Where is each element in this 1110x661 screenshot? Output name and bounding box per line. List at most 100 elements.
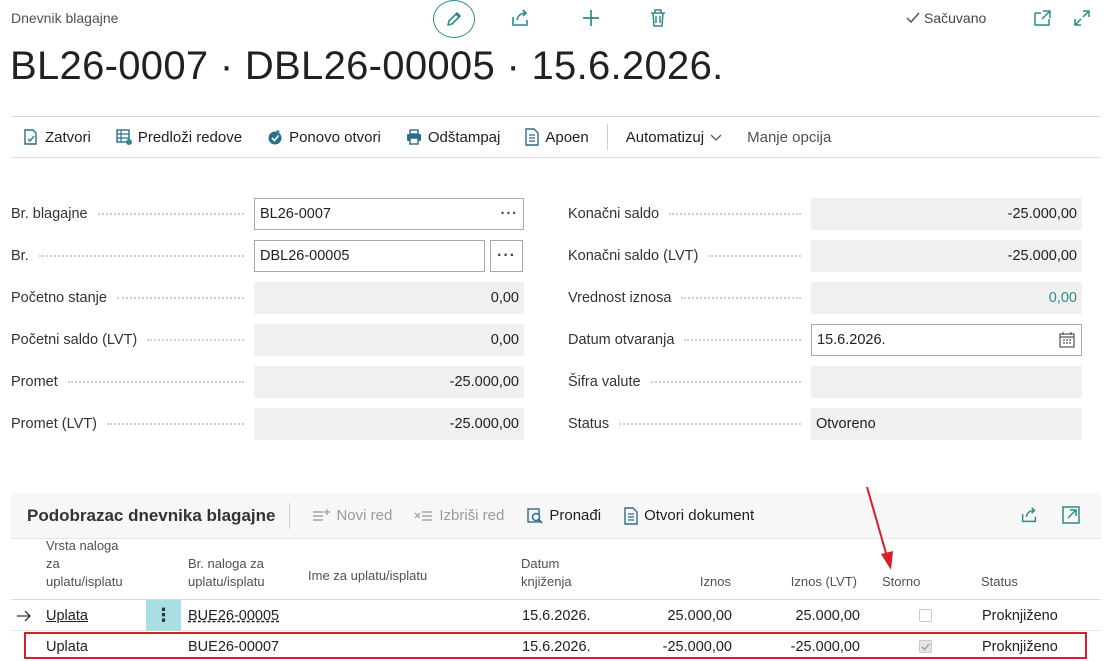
cash-register-no-input[interactable]: BL26-0007 ···: [254, 198, 524, 230]
table-row[interactable]: Uplata ⋮ BUE26-00005 15.6.2026. 25.000,0…: [11, 600, 1101, 631]
field-label: Šifra valute: [568, 374, 641, 390]
suggest-lines-icon: [116, 129, 132, 145]
field-label: Početni saldo (LVT): [11, 332, 138, 348]
field-label: Br. blagajne: [11, 206, 88, 222]
opening-balance-lvt-value: 0,00: [254, 324, 524, 356]
opening-balance-value: 0,00: [254, 282, 524, 314]
opening-date-input[interactable]: 15.6.2026.: [811, 324, 1082, 356]
field-opening-balance: Početno stanje 0,00: [11, 282, 524, 314]
pencil-icon: [447, 12, 461, 26]
delete-line-label: Izbriši red: [439, 507, 505, 524]
checkmark-icon: [906, 12, 920, 24]
open-document-button[interactable]: Otvori dokument: [612, 506, 765, 525]
action-separator: [606, 124, 608, 150]
dotted-leader: [97, 213, 244, 215]
share-button[interactable]: [508, 6, 532, 30]
dotted-leader: [650, 381, 801, 383]
dotted-leader: [669, 213, 801, 215]
cell-amount[interactable]: 25.000,00: [631, 600, 732, 631]
cell-order-type[interactable]: Uplata: [46, 600, 88, 631]
field-no: Br. DBL26-00005: [11, 240, 524, 272]
print-action[interactable]: Odštampaj: [393, 117, 513, 157]
cell-order-no[interactable]: BUE26-00005: [188, 600, 279, 631]
turnover-lvt-value: -25.000,00: [254, 408, 524, 440]
expand-icon[interactable]: [1061, 505, 1081, 525]
dotted-leader: [116, 297, 244, 299]
field-currency-code: Šifra valute: [568, 366, 1082, 398]
field-status: Status Otvoreno: [568, 408, 1082, 440]
column-header-order-type[interactable]: Vrsta naloga za uplatu/isplatu: [46, 537, 123, 591]
suggest-lines-label: Predloži redove: [137, 128, 243, 146]
no-input[interactable]: DBL26-00005: [254, 240, 485, 272]
row-actions-menu-button[interactable]: ⋮: [146, 600, 181, 631]
dotted-leader: [106, 423, 244, 425]
calendar-icon[interactable]: [1058, 331, 1076, 349]
cell-amount-lvt[interactable]: 25.000,00: [759, 600, 860, 631]
print-label: Odštampaj: [427, 128, 501, 146]
close-action[interactable]: Zatvori: [11, 117, 103, 157]
denomination-action[interactable]: Apoen: [512, 117, 600, 157]
fewer-options-button[interactable]: Manje opcija: [735, 117, 843, 157]
edit-button[interactable]: [433, 0, 475, 38]
field-opening-balance-lvt: Početni saldo (LVT) 0,00: [11, 324, 524, 356]
open-new-window-button[interactable]: [1030, 6, 1054, 30]
reopen-icon: [268, 130, 282, 145]
find-label: Pronađi: [549, 507, 602, 524]
no-assist-button[interactable]: ···: [490, 240, 523, 272]
top-actions: Sačuvano: [0, 0, 1110, 40]
find-icon: [527, 507, 543, 524]
currency-code-value: [811, 366, 1082, 398]
fewer-options-label: Manje opcija: [747, 128, 832, 146]
subpage-title: Podobrazac dnevnika blagajne: [27, 505, 276, 525]
denomination-label: Apoen: [545, 128, 589, 146]
field-closing-balance-lvt: Konačni saldo (LVT) -25.000,00: [568, 240, 1082, 272]
field-label: Konačni saldo: [568, 206, 660, 222]
dotted-leader: [681, 297, 801, 299]
status-value: Otvoreno: [811, 408, 1082, 440]
saved-status: Sačuvano: [905, 10, 986, 26]
column-header-order-no[interactable]: Br. naloga za uplatu/isplatu: [188, 555, 265, 591]
subpage-separator: [289, 502, 291, 529]
open-document-label: Otvori dokument: [644, 507, 755, 524]
cell-posting-date[interactable]: 15.6.2026.: [522, 600, 591, 631]
share-icon[interactable]: [1019, 505, 1039, 525]
column-header-amount[interactable]: Iznos: [651, 573, 731, 591]
lookup-button[interactable]: ···: [501, 206, 519, 222]
suggest-lines-action[interactable]: Predloži redove: [103, 117, 254, 157]
amount-value-link[interactable]: 0,00: [811, 282, 1082, 314]
column-header-amount-lvt[interactable]: Iznos (LVT): [771, 573, 857, 591]
dotted-leader: [38, 255, 244, 257]
action-bar: Zatvori Predloži redove Ponovo otvori Od…: [11, 116, 1101, 158]
expand-icon: [1074, 10, 1090, 26]
column-header-status[interactable]: Status: [981, 573, 1018, 591]
reopen-action[interactable]: Ponovo otvori: [254, 117, 393, 157]
delete-button[interactable]: [646, 6, 670, 30]
new-line-button[interactable]: Novi red: [300, 507, 403, 524]
page-title: BL26-0007 · DBL26-00005 · 15.6.2026.: [10, 44, 724, 88]
reversal-checkbox[interactable]: [919, 609, 932, 622]
new-line-icon: [313, 508, 331, 521]
find-button[interactable]: Pronađi: [515, 507, 612, 525]
row-indicator-arrow-icon: [16, 600, 36, 631]
column-header-order-name[interactable]: Ime za uplatu/isplatu: [308, 567, 427, 585]
cell-reversal[interactable]: [919, 600, 932, 631]
expand-button[interactable]: [1070, 6, 1094, 30]
share-icon: [512, 9, 528, 26]
field-label: Vrednost iznosa: [568, 290, 672, 306]
new-line-label: Novi red: [336, 507, 393, 524]
automate-menu[interactable]: Automatizuj: [614, 117, 735, 157]
column-header-reversal[interactable]: Storno: [882, 573, 920, 591]
field-label: Br.: [11, 248, 29, 264]
chevron-down-icon: [710, 134, 722, 141]
subpage-action-bar: Podobrazac dnevnika blagajne Novi red Iz…: [11, 493, 1101, 538]
printer-icon: [406, 129, 421, 145]
delete-line-button[interactable]: Izbriši red: [403, 507, 515, 524]
new-button[interactable]: [579, 6, 603, 30]
field-value: BL26-0007: [260, 206, 331, 222]
field-label: Početno stanje: [11, 290, 107, 306]
column-header-posting-date[interactable]: Datum knjiženja: [521, 555, 572, 591]
field-value: 15.6.2026.: [817, 332, 886, 348]
field-turnover-lvt: Promet (LVT) -25.000,00: [11, 408, 524, 440]
field-label: Konačni saldo (LVT): [568, 248, 699, 264]
cell-status: Proknjiženo: [982, 607, 1058, 624]
